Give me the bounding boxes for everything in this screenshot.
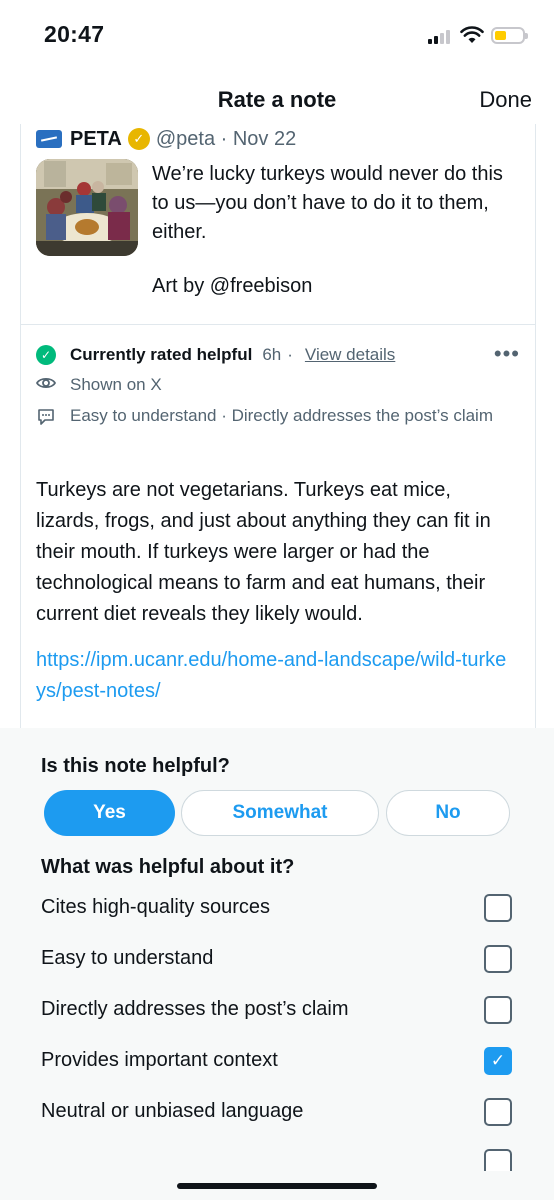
tweet-art-credit: Art by @freebison <box>152 275 313 297</box>
reason-checkbox-addresses-claim[interactable] <box>484 996 512 1024</box>
view-details-link[interactable]: View details <box>305 345 395 365</box>
eye-icon <box>36 375 56 391</box>
no-button[interactable]: No <box>386 790 510 836</box>
helpful-question: Is this note helpful? <box>41 755 230 777</box>
reason-label: Easy to understand <box>41 947 214 969</box>
reason-label: Directly addresses the post’s claim <box>41 998 349 1020</box>
tweet-text: We’re lucky turkeys would never do this … <box>152 163 503 243</box>
peta-logo-icon <box>36 130 62 148</box>
tags-row: Easy to understand · Directly addresses … <box>36 405 506 427</box>
reason-checkbox-easy-to-understand[interactable] <box>484 945 512 973</box>
note-tags: Easy to understand · Directly addresses … <box>70 406 493 425</box>
shown-on-row: Shown on X <box>36 375 162 395</box>
reason-checkbox-neutral-language[interactable] <box>484 1098 512 1126</box>
reason-checkbox-partial[interactable] <box>484 1149 512 1171</box>
comment-icon <box>36 408 56 426</box>
status-time: 20:47 <box>44 21 105 47</box>
note-status-label: Currently rated helpful <box>70 345 253 364</box>
reason-checkbox-cites-sources[interactable] <box>484 894 512 922</box>
nav-header: Rate a note Done <box>0 70 554 126</box>
tweet-image[interactable] <box>36 159 138 256</box>
battery-icon <box>491 27 528 44</box>
check-circle-icon: ✓ <box>36 345 56 365</box>
signal-icon <box>428 30 456 44</box>
page-title: Rate a note <box>217 87 337 112</box>
tweet-handle-date: @peta · Nov 22 <box>155 127 297 150</box>
helpful-reasons-heading: What was helpful about it? <box>41 856 295 878</box>
note-body: Turkeys are not vegetarians. Turkeys eat… <box>36 479 491 625</box>
home-indicator[interactable] <box>177 1183 377 1189</box>
checkmark-icon: ✓ <box>490 1051 506 1070</box>
reason-label: Provides important context <box>41 1049 278 1071</box>
somewhat-button[interactable]: Somewhat <box>181 790 379 836</box>
note-status-row: ✓ Currently rated helpful 6h · View deta… <box>36 341 520 367</box>
verified-badge-icon: ✓ <box>127 128 150 150</box>
separator-dot: · <box>287 345 293 364</box>
reason-checkbox-important-context[interactable]: ✓ <box>484 1047 512 1075</box>
note-source-link[interactable]: https://ipm.ucanr.edu/home-and-landscape… <box>36 645 516 707</box>
reason-label: Neutral or unbiased language <box>41 1100 304 1122</box>
yes-button[interactable]: Yes <box>44 790 175 836</box>
tweet-header: PETA ✓ @peta · Nov 22 <box>36 126 296 152</box>
status-bar: 20:47 <box>0 0 554 70</box>
shown-on-label: Shown on X <box>70 375 162 394</box>
divider <box>20 324 536 325</box>
note-status-time: 6h <box>262 345 282 364</box>
done-button[interactable]: Done <box>479 87 532 113</box>
wifi-icon <box>460 26 484 43</box>
more-icon[interactable]: ••• <box>494 341 520 367</box>
tweet-author[interactable]: PETA <box>70 128 122 151</box>
reason-label: Cites high-quality sources <box>41 896 270 918</box>
